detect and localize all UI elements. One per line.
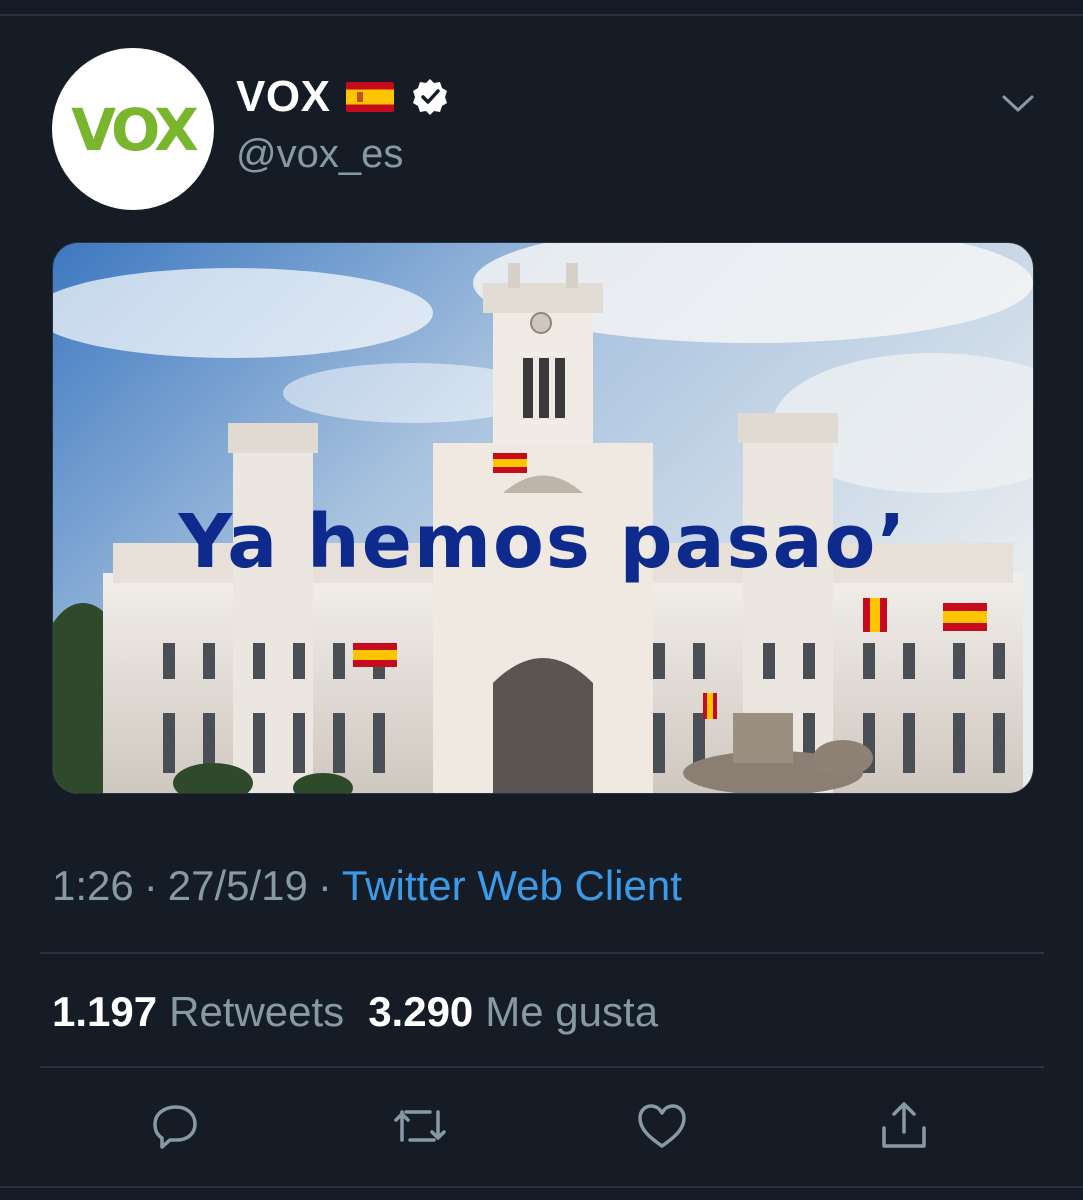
retweet-icon bbox=[394, 1110, 446, 1142]
retweet-button[interactable] bbox=[390, 1096, 450, 1156]
tweet-date: 27/5/19 bbox=[167, 862, 308, 909]
retweets-count: 1.197 bbox=[52, 988, 158, 1035]
reply-icon bbox=[153, 1105, 197, 1149]
action-bar bbox=[0, 1096, 1083, 1156]
retweets-label: Retweets bbox=[169, 988, 345, 1035]
top-divider bbox=[0, 14, 1083, 16]
share-icon bbox=[882, 1102, 926, 1148]
tweet-time: 1:26 bbox=[52, 862, 134, 909]
tweet-meta: 1:26 · 27/5/19 · Twitter Web Client bbox=[52, 862, 682, 910]
chevron-down-icon[interactable] bbox=[1000, 88, 1036, 118]
divider bbox=[40, 1066, 1044, 1068]
display-name[interactable]: VOX bbox=[236, 72, 330, 122]
tweet-media-image[interactable]: Ya hemos pasao’ bbox=[52, 242, 1034, 794]
vox-logo: VOX bbox=[71, 96, 202, 164]
meta-separator: · bbox=[317, 862, 332, 909]
tweet-stats: 1.197 Retweets 3.290 Me gusta bbox=[52, 988, 658, 1036]
divider bbox=[40, 952, 1044, 954]
retweets-stat[interactable]: 1.197 Retweets bbox=[52, 988, 344, 1035]
verified-badge-icon bbox=[413, 79, 448, 115]
user-handle[interactable]: @vox_es bbox=[236, 132, 403, 177]
likes-count: 3.290 bbox=[368, 988, 474, 1035]
like-button[interactable] bbox=[632, 1096, 692, 1156]
avatar-logo-text: VOX bbox=[71, 96, 198, 164]
spain-flag-icon bbox=[346, 82, 395, 112]
author-name-row: VOX bbox=[236, 72, 450, 122]
reply-button[interactable] bbox=[146, 1096, 206, 1156]
likes-label: Me gusta bbox=[485, 988, 659, 1035]
meta-separator: · bbox=[143, 862, 158, 909]
like-icon bbox=[638, 1104, 686, 1148]
likes-stat[interactable]: 3.290 Me gusta bbox=[368, 988, 658, 1035]
bottom-divider bbox=[0, 1186, 1083, 1188]
share-button[interactable] bbox=[874, 1096, 934, 1156]
avatar[interactable]: VOX bbox=[52, 48, 214, 210]
image-overlay-text: Ya hemos pasao’ bbox=[178, 499, 908, 585]
client-link[interactable]: Twitter Web Client bbox=[342, 862, 682, 909]
